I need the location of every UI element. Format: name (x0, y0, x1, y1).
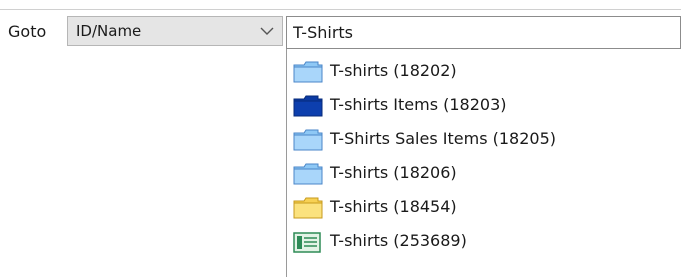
folder-light-blue-icon (293, 129, 323, 151)
goto-mode-value: ID/Name (76, 22, 142, 40)
folder-yellow-icon (293, 197, 323, 219)
folder-dark-blue-icon (293, 95, 323, 117)
search-results-dropdown: T-shirts (18202) T-shirts Items (18203) … (286, 49, 681, 277)
result-label: T-shirts (253689) (330, 231, 467, 250)
result-item[interactable]: T-shirts (18206) (287, 155, 681, 189)
goto-label: Goto (8, 22, 47, 41)
result-label: T-shirts (18206) (330, 163, 457, 182)
result-label: T-shirts (18202) (330, 61, 457, 80)
chevron-down-icon (260, 27, 274, 35)
result-item[interactable]: T-shirts (18202) (287, 53, 681, 87)
goto-mode-select[interactable]: ID/Name (67, 16, 283, 46)
result-label: T-shirts Items (18203) (330, 95, 507, 114)
result-item[interactable]: T-shirts (253689) (287, 223, 681, 257)
result-label: T-shirts (18454) (330, 197, 457, 216)
result-item[interactable]: T-shirts Items (18203) (287, 87, 681, 121)
search-input[interactable] (286, 16, 681, 49)
folder-light-blue-icon (293, 61, 323, 83)
top-divider (0, 9, 681, 10)
list-document-icon (293, 232, 321, 253)
result-label: T-Shirts Sales Items (18205) (330, 129, 556, 148)
result-item[interactable]: T-shirts (18454) (287, 189, 681, 223)
result-item[interactable]: T-Shirts Sales Items (18205) (287, 121, 681, 155)
folder-light-blue-icon (293, 163, 323, 185)
